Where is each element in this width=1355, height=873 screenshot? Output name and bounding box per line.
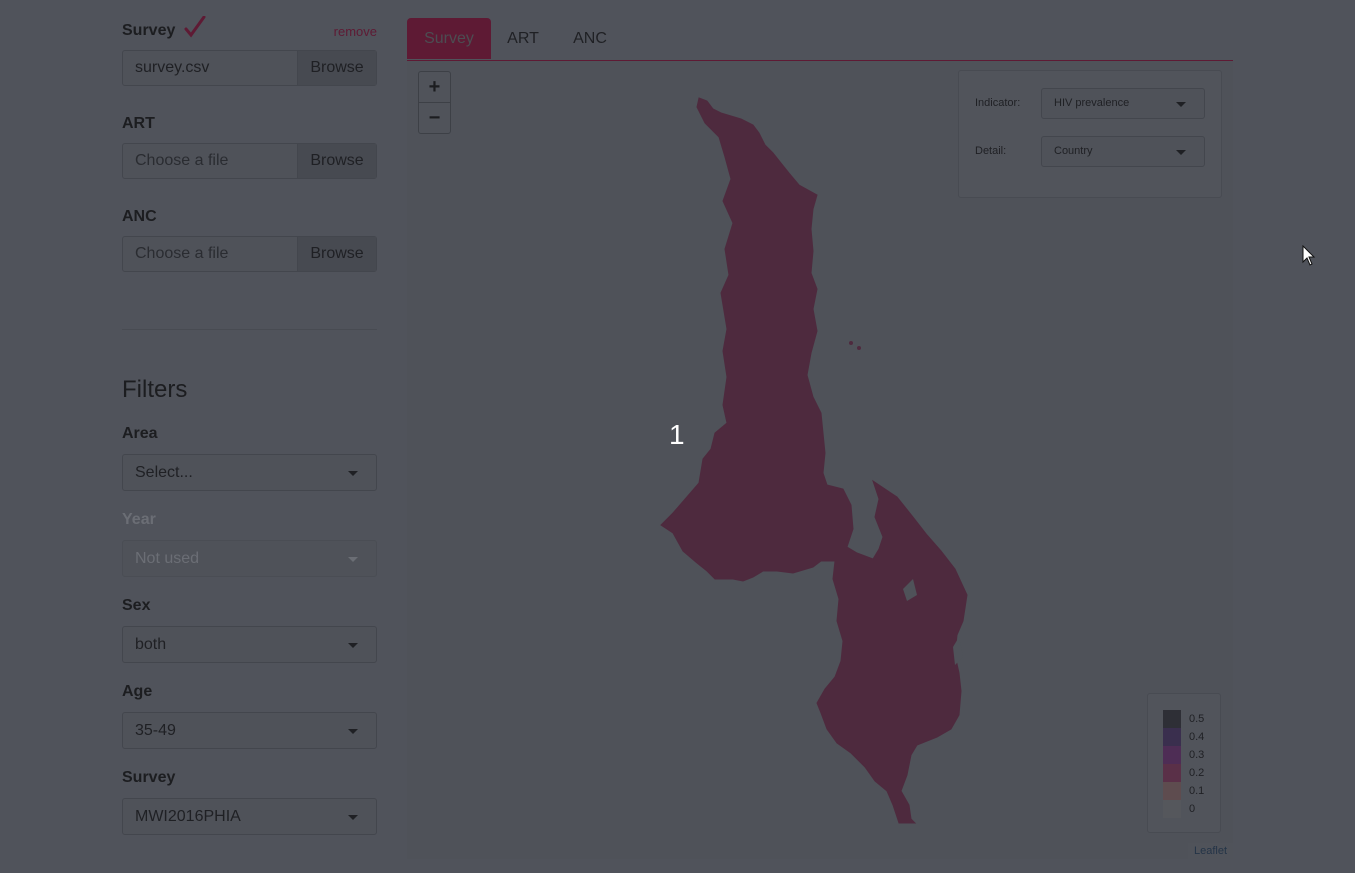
chevron-down-icon xyxy=(348,557,358,562)
survey-select-value: MWI2016PHIA xyxy=(135,808,241,825)
zoom-in-button[interactable]: + xyxy=(419,72,450,102)
map-region[interactable] xyxy=(660,97,968,824)
map-controls: Indicator: HIV prevalence Detail: Countr… xyxy=(958,70,1222,198)
anc-upload-label: ANC xyxy=(122,208,157,225)
year-select-value: Not used xyxy=(135,550,200,567)
app-page: Survey remove survey.csv Browse ART Choo… xyxy=(0,0,1355,873)
legend-swatch xyxy=(1163,728,1181,746)
legend-swatch xyxy=(1163,710,1181,728)
anc-browse-button[interactable]: Browse xyxy=(297,237,376,271)
chevron-down-icon xyxy=(348,471,358,476)
area-select[interactable]: Select... xyxy=(122,454,377,491)
survey-file-name: survey.csv xyxy=(135,59,210,76)
indicator-label: Indicator: xyxy=(975,97,1021,109)
map-legend: 0.5 0.4 0.3 0.2 0.1 0 xyxy=(1147,693,1221,833)
tab-survey[interactable]: Survey xyxy=(407,18,491,59)
sex-select[interactable]: both xyxy=(122,626,377,663)
year-select: Not used xyxy=(122,540,377,577)
chevron-down-icon xyxy=(348,643,358,648)
leaflet-attribution-link[interactable]: Leaflet xyxy=(1187,843,1233,859)
year-label: Year xyxy=(122,511,156,528)
remove-survey-link[interactable]: remove xyxy=(334,24,377,39)
map-panel[interactable]: + − 1 Indicator: HIV prevalence Detail: … xyxy=(407,61,1233,859)
small-island xyxy=(849,341,853,345)
age-select-value: 35-49 xyxy=(135,722,176,739)
survey-upload-label: Survey xyxy=(122,22,176,39)
sex-label: Sex xyxy=(122,597,151,614)
legend-swatch xyxy=(1163,764,1181,782)
legend-swatch xyxy=(1163,746,1181,764)
age-label: Age xyxy=(122,683,153,700)
tab-art[interactable]: ART xyxy=(497,18,549,59)
survey-browse-button[interactable]: Browse xyxy=(297,51,376,85)
legend-item: 0.5 xyxy=(1163,710,1217,728)
detail-select[interactable]: Country xyxy=(1041,136,1205,167)
area-label: Area xyxy=(122,425,158,442)
survey-filter-label: Survey xyxy=(122,769,176,786)
sex-select-value: both xyxy=(135,636,167,653)
legend-item: 0.1 xyxy=(1163,782,1217,800)
detail-select-value: Country xyxy=(1054,145,1093,157)
art-browse-button[interactable]: Browse xyxy=(297,144,376,178)
zoom-out-button[interactable]: − xyxy=(419,102,450,133)
art-file-placeholder: Choose a file xyxy=(135,152,229,169)
indicator-select[interactable]: HIV prevalence xyxy=(1041,88,1205,119)
region-label: 1 xyxy=(669,419,685,450)
small-island xyxy=(857,346,861,350)
legend-value: 0.4 xyxy=(1189,731,1205,743)
filters-title: Filters xyxy=(122,376,188,403)
anc-upload-header: ANC xyxy=(122,204,377,228)
legend-value: 0.3 xyxy=(1189,749,1205,761)
legend-item: 0.4 xyxy=(1163,728,1217,746)
art-upload-label: ART xyxy=(122,115,155,132)
legend-item: 0 xyxy=(1163,800,1217,818)
chevron-down-icon xyxy=(348,815,358,820)
anc-file-placeholder: Choose a file xyxy=(135,245,229,262)
art-file-input[interactable]: Choose a file Browse xyxy=(122,143,377,179)
legend-swatch xyxy=(1163,782,1181,800)
legend-value: 0.1 xyxy=(1189,785,1205,797)
detail-label: Detail: xyxy=(975,145,1007,157)
survey-upload-header: Survey remove xyxy=(122,16,377,42)
chevron-down-icon xyxy=(1176,150,1186,155)
area-select-value: Select... xyxy=(135,464,193,481)
tab-anc[interactable]: ANC xyxy=(563,18,617,59)
sidebar-divider xyxy=(122,329,377,330)
legend-item: 0.3 xyxy=(1163,746,1217,764)
chevron-down-icon xyxy=(348,729,358,734)
mouse-cursor-icon xyxy=(1302,245,1316,266)
indicator-select-value: HIV prevalence xyxy=(1054,97,1130,109)
anc-file-input[interactable]: Choose a file Browse xyxy=(122,236,377,272)
age-select[interactable]: 35-49 xyxy=(122,712,377,749)
survey-file-input[interactable]: survey.csv Browse xyxy=(122,50,377,86)
legend-value: 0 xyxy=(1189,803,1196,815)
chevron-down-icon xyxy=(1176,102,1186,107)
survey-select[interactable]: MWI2016PHIA xyxy=(122,798,377,835)
checkmark-icon xyxy=(184,16,206,38)
legend-value: 0.5 xyxy=(1189,713,1205,725)
legend-value: 0.2 xyxy=(1189,767,1205,779)
legend-item: 0.2 xyxy=(1163,764,1217,782)
zoom-control: + − xyxy=(418,71,451,134)
legend-swatch xyxy=(1163,800,1181,818)
art-upload-header: ART xyxy=(122,111,377,135)
tab-bar: Survey ART ANC xyxy=(407,18,1233,61)
